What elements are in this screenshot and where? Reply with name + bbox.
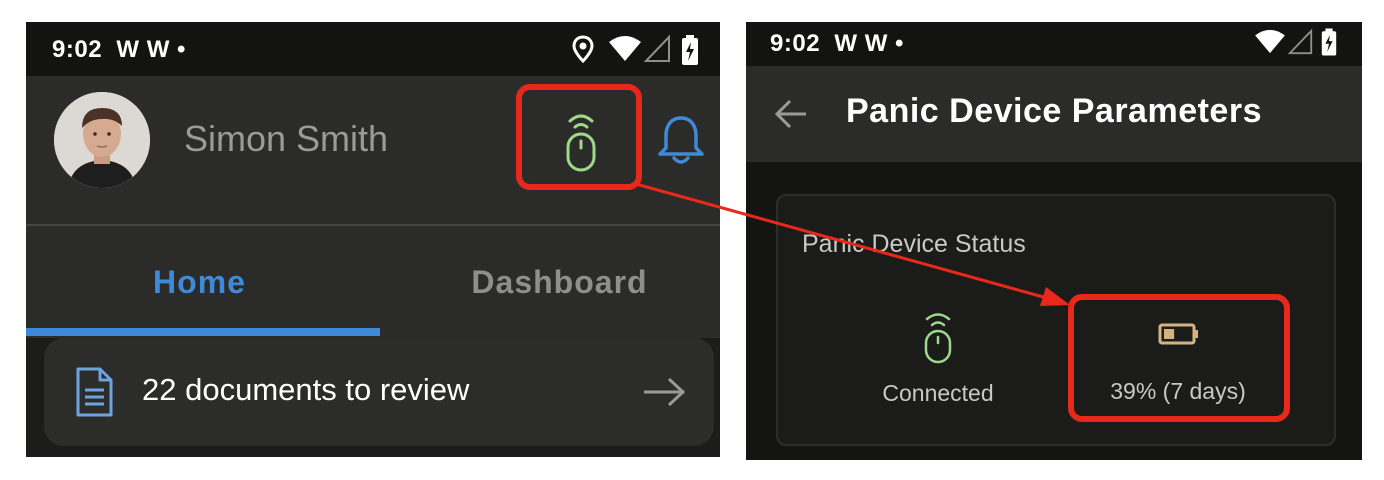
avatar[interactable] [54, 92, 150, 188]
panic-device-icon [924, 313, 952, 364]
signal-icon [644, 34, 670, 62]
location-icon [572, 35, 594, 64]
tab-dashboard[interactable]: Dashboard [386, 264, 720, 301]
battery-status-highlight [1068, 294, 1290, 422]
status-bar: 9:02 W W • [746, 22, 1362, 66]
tab-bar: Home Dashboard [26, 226, 720, 338]
documents-to-review-card[interactable]: 22 documents to review [44, 338, 714, 446]
active-tab-indicator [26, 328, 380, 336]
wifi-icon [609, 36, 641, 61]
battery-charging-icon [1321, 28, 1337, 56]
arrow-right-icon [644, 377, 686, 407]
card-title: Panic Device Status [802, 230, 1026, 258]
status-bar: 9:02 W W • [26, 22, 720, 76]
status-time-and-notifications: 9:02 W W • [52, 36, 186, 63]
documents-to-review-text: 22 documents to review [142, 372, 470, 407]
status-time-and-notifications: 9:02 W W • [770, 30, 904, 57]
arrow-left-icon[interactable] [774, 98, 808, 130]
tab-home[interactable]: Home [26, 264, 373, 301]
panic-device-icon-highlight [516, 84, 642, 190]
signal-icon [1288, 28, 1313, 55]
app-bar: Panic Device Parameters [746, 66, 1362, 162]
connection-status-label: Connected [882, 380, 994, 406]
battery-charging-icon [682, 35, 698, 65]
wifi-icon [1255, 29, 1285, 54]
document-icon [76, 367, 113, 417]
bell-icon[interactable] [656, 114, 706, 166]
user-name: Simon Smith [184, 118, 389, 159]
page-title: Panic Device Parameters [846, 92, 1262, 130]
